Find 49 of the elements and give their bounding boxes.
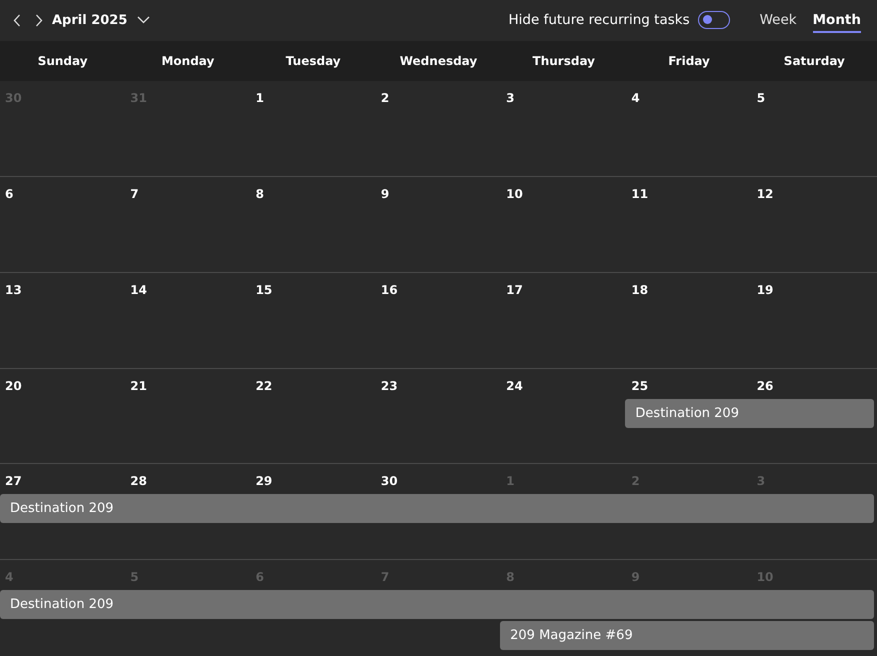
day-number: 22 — [254, 378, 272, 394]
day-number: 3 — [505, 91, 514, 107]
event-bar[interactable]: Destination 209 — [0, 494, 874, 524]
weekday-header: Saturday — [782, 53, 846, 70]
day-number: 26 — [756, 378, 774, 394]
day-number: 10 — [505, 186, 523, 203]
weekday-header: Tuesday — [284, 53, 342, 70]
weekday-header: Thursday — [532, 53, 596, 70]
weekday-header: Friday — [667, 53, 711, 70]
weekday-header: Monday — [160, 53, 216, 70]
view-tab[interactable]: Week — [760, 8, 797, 32]
day-number: 17 — [505, 282, 523, 299]
event-bar[interactable]: Destination 209 — [0, 590, 874, 620]
day-number: 13 — [4, 282, 22, 299]
event-bar[interactable]: Destination 209 — [625, 398, 874, 428]
chevron-left-icon — [13, 14, 21, 26]
event-bar[interactable]: 209 Magazine #69 — [500, 621, 874, 650]
day-number: 23 — [380, 378, 398, 394]
day-number: 25 — [630, 378, 648, 394]
day-number: 12 — [756, 186, 774, 203]
day-number: 14 — [129, 282, 147, 299]
day-number: 28 — [129, 474, 147, 490]
day-number: 11 — [630, 186, 648, 203]
view-tab[interactable]: Month — [812, 8, 861, 32]
day-number: 21 — [129, 378, 147, 394]
day-number: 5 — [756, 91, 766, 107]
day-number: 16 — [380, 282, 398, 299]
day-number: 2 — [380, 91, 390, 107]
day-number: 24 — [505, 378, 523, 394]
day-number: 15 — [254, 282, 272, 299]
chevron-right-icon — [35, 14, 43, 26]
day-number: 6 — [4, 186, 14, 203]
day-number: 27 — [4, 474, 22, 490]
day-number: 7 — [129, 186, 139, 203]
day-number: 8 — [254, 186, 264, 203]
day-number: 19 — [756, 282, 774, 299]
month-picker-button[interactable]: April 2025 — [52, 12, 150, 28]
day-number: 29 — [254, 474, 272, 490]
toggle-label: Hide future recurring tasks — [508, 12, 690, 28]
recurring-tasks-toggle[interactable] — [698, 11, 730, 29]
chevron-down-icon — [137, 16, 150, 24]
day-number: 18 — [630, 282, 648, 299]
day-number: 30 — [380, 474, 398, 490]
weekday-header: Sunday — [36, 53, 89, 70]
weekday-header: Wednesday — [398, 53, 478, 70]
day-number: 4 — [630, 91, 640, 107]
day-number: 9 — [380, 186, 390, 203]
day-number: 1 — [254, 91, 264, 107]
day-number: 20 — [4, 378, 22, 394]
